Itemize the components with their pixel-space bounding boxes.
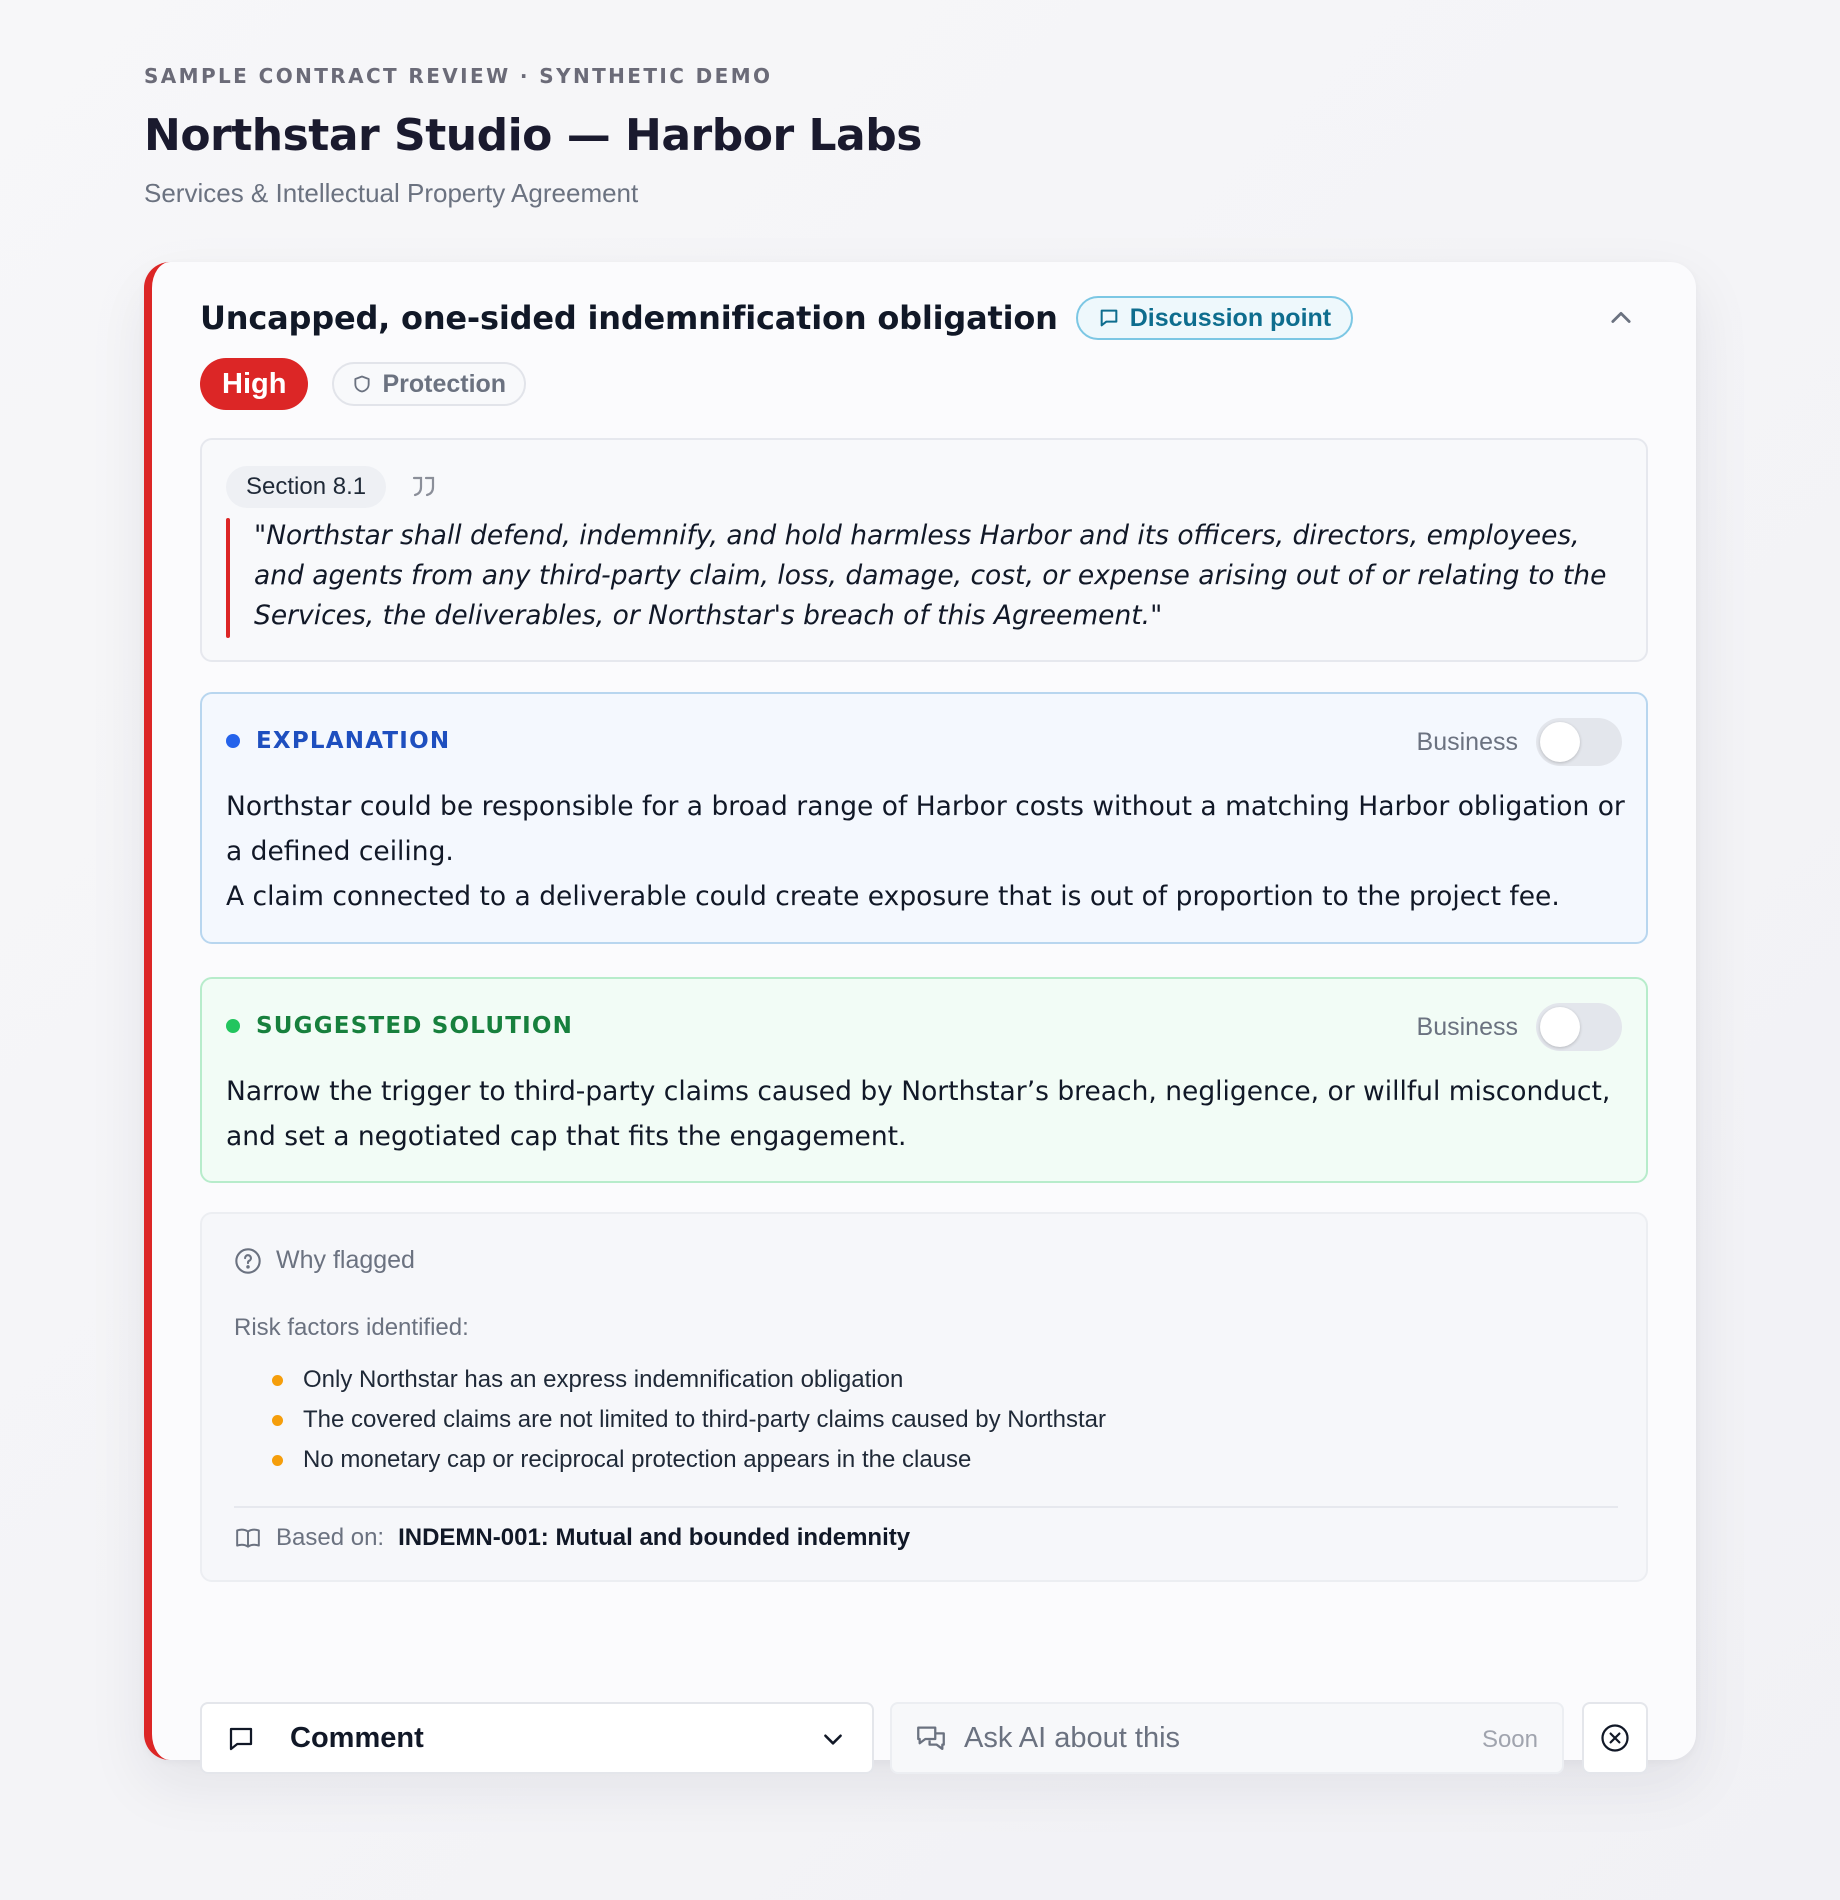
chevron-down-icon[interactable]: [820, 1726, 846, 1752]
explanation-dot: [226, 734, 240, 748]
speech-bubble-icon: [229, 1727, 253, 1751]
category-label: Protection: [382, 369, 507, 398]
issue-badges: High Protection: [200, 358, 527, 410]
page-title: Northstar Studio — Harbor Labs: [144, 110, 922, 161]
risk-factors-label: Risk factors identified:: [234, 1314, 469, 1341]
close-circle-icon: [1601, 1724, 1629, 1752]
ask-ai-label: Ask AI about this: [964, 1722, 1181, 1754]
why-flagged-toggle[interactable]: Why flagged: [234, 1246, 415, 1275]
issue-card: Uncapped, one-sided indemnification obli…: [144, 262, 1696, 1774]
soon-badge: Soon: [1481, 1726, 1538, 1753]
explanation-text: Northstar could be responsible for a bro…: [226, 784, 1626, 919]
bullet-dot: [272, 1374, 283, 1386]
explanation-line: A claim connected to a deliverable could…: [226, 881, 1560, 912]
dismiss-button[interactable]: [1582, 1702, 1648, 1774]
discussion-point-badge[interactable]: Discussion point: [1075, 296, 1354, 340]
bullet-dot: [272, 1454, 283, 1466]
why-flagged-panel: Why flagged Risk factors identified: Onl…: [200, 1212, 1648, 1582]
explanation-line: Northstar could be responsible for a bro…: [226, 791, 1625, 867]
explanation-heading: EXPLANATION: [226, 728, 450, 754]
comment-label: Comment: [290, 1722, 424, 1754]
toggle-knob: [1540, 1007, 1580, 1047]
explanation-business-toggle-group: Business: [1417, 718, 1622, 766]
issue-header: Uncapped, one-sided indemnification obli…: [200, 295, 1648, 341]
ask-ai-input: Ask AI about this Soon: [890, 1702, 1564, 1774]
toggle-knob: [1540, 722, 1580, 762]
risk-factors-list: Only Northstar has an express indemnific…: [272, 1360, 1106, 1480]
based-on-reference: Based on: INDEMN-001: Mutual and bounded…: [234, 1524, 910, 1552]
action-bar: Comment Ask AI about this Soon: [200, 1702, 1648, 1774]
risk-factor-text: No monetary cap or reciprocal protection…: [303, 1446, 972, 1473]
shield-icon: [354, 375, 371, 393]
risk-factor-text: The covered claims are not limited to th…: [303, 1406, 1106, 1433]
quote-marks-icon: [412, 476, 435, 497]
explanation-label: EXPLANATION: [256, 728, 451, 754]
speech-bubble-icon: [1100, 309, 1118, 327]
page-subtitle: Services & Intellectual Property Agreeme…: [144, 178, 639, 208]
solution-business-toggle[interactable]: [1536, 1003, 1622, 1051]
explanation-business-toggle[interactable]: [1536, 718, 1622, 766]
collapse-button[interactable]: [1604, 301, 1638, 335]
clause-quote: Section 8.1 "Northstar shall defend, ind…: [200, 438, 1648, 662]
solution-text: Narrow the trigger to third-party claims…: [226, 1076, 1611, 1152]
comment-button[interactable]: Comment: [200, 1702, 874, 1774]
solution-business-toggle-group: Business: [1417, 1003, 1622, 1051]
risk-factor-text: Only Northstar has an express indemnific…: [303, 1366, 904, 1393]
chat-bubbles-icon: [917, 1726, 945, 1751]
solution-label: SUGGESTED SOLUTION: [256, 1013, 574, 1039]
risk-factor-item: No monetary cap or reciprocal protection…: [272, 1440, 1106, 1480]
discussion-point-label: Discussion point: [1129, 303, 1332, 332]
question-circle-icon: [235, 1247, 261, 1274]
based-on-value[interactable]: INDEMN-001: Mutual and bounded indemnity: [398, 1524, 910, 1552]
risk-factor-item: Only Northstar has an express indemnific…: [272, 1360, 1106, 1400]
severity-badge: High: [200, 358, 309, 410]
based-on-label: Based on:: [276, 1524, 385, 1551]
explanation-toggle-label: Business: [1416, 727, 1518, 756]
section-reference[interactable]: Section 8.1: [226, 466, 387, 508]
page-eyebrow: SAMPLE CONTRACT REVIEW · SYNTHETIC DEMO: [144, 64, 773, 88]
category-badge: Protection: [332, 362, 527, 406]
issue-title: Uncapped, one-sided indemnification obli…: [200, 299, 1058, 337]
solution-toggle-label: Business: [1416, 1012, 1518, 1041]
suggested-solution-panel: SUGGESTED SOLUTION Business Narrow the t…: [200, 977, 1648, 1183]
quote-accent-bar: [226, 518, 230, 638]
contract-review-page: SAMPLE CONTRACT REVIEW · SYNTHETIC DEMO …: [144, 62, 1696, 1774]
risk-factor-item: The covered claims are not limited to th…: [272, 1400, 1106, 1440]
clause-text: "Northstar shall defend, indemnify, and …: [254, 520, 1607, 631]
chevron-up-icon: [1611, 311, 1631, 323]
solution-dot: [226, 1019, 240, 1033]
bullet-dot: [272, 1414, 283, 1426]
explanation-panel: EXPLANATION Business Northstar could be …: [200, 692, 1648, 944]
why-flagged-heading: Why flagged: [276, 1246, 415, 1274]
divider: [234, 1506, 1618, 1508]
book-icon: [236, 1528, 260, 1548]
solution-heading: SUGGESTED SOLUTION: [226, 1013, 573, 1039]
